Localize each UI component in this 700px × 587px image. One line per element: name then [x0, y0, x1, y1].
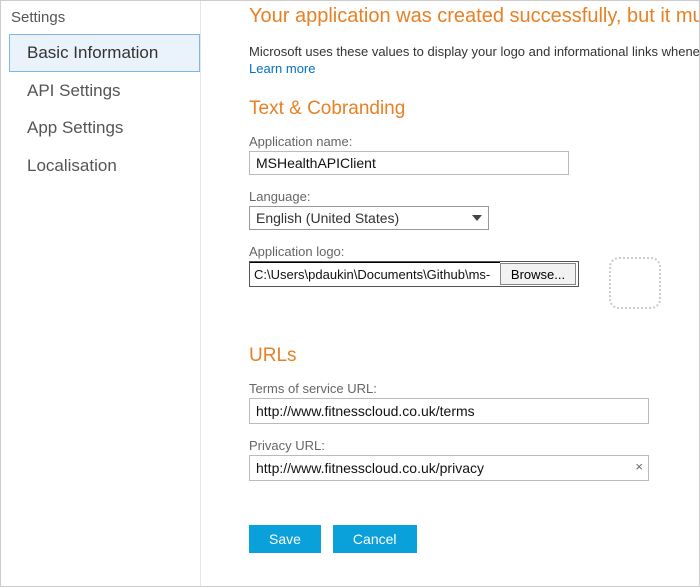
app-name-label: Application name: — [249, 134, 699, 149]
alert-description: Microsoft uses these values to display y… — [249, 44, 699, 59]
privacy-url-input[interactable] — [249, 455, 649, 481]
save-button[interactable]: Save — [249, 525, 321, 553]
cancel-button[interactable]: Cancel — [333, 525, 417, 553]
browse-button[interactable]: Browse... — [500, 263, 576, 285]
settings-sidebar: Settings Basic Information API Settings … — [1, 1, 201, 586]
section-cobranding-title: Text & Cobranding — [249, 98, 699, 120]
nav-app-settings[interactable]: App Settings — [9, 109, 200, 147]
sidebar-title: Settings — [9, 7, 200, 34]
app-logo-path-input[interactable] — [250, 262, 500, 286]
language-label: Language: — [249, 189, 699, 204]
nav-basic-information[interactable]: Basic Information — [9, 34, 200, 72]
alert-heading: Your application was created successfull… — [249, 1, 699, 28]
learn-more-link[interactable]: Learn more — [249, 61, 315, 76]
logo-preview-placeholder — [609, 257, 661, 309]
section-urls-title: URLs — [249, 345, 699, 367]
clear-input-icon[interactable]: × — [635, 459, 643, 474]
tos-url-label: Terms of service URL: — [249, 381, 699, 396]
app-name-input[interactable] — [249, 151, 569, 175]
nav-localisation[interactable]: Localisation — [9, 147, 200, 185]
chevron-down-icon — [472, 215, 482, 221]
nav-api-settings[interactable]: API Settings — [9, 72, 200, 110]
main-content: Your application was created successfull… — [201, 1, 699, 586]
tos-url-input[interactable] — [249, 398, 649, 424]
privacy-url-label: Privacy URL: — [249, 438, 699, 453]
language-select-value: English (United States) — [256, 210, 399, 226]
app-logo-file-group: Browse... — [249, 261, 579, 287]
language-select[interactable]: English (United States) — [249, 206, 489, 230]
